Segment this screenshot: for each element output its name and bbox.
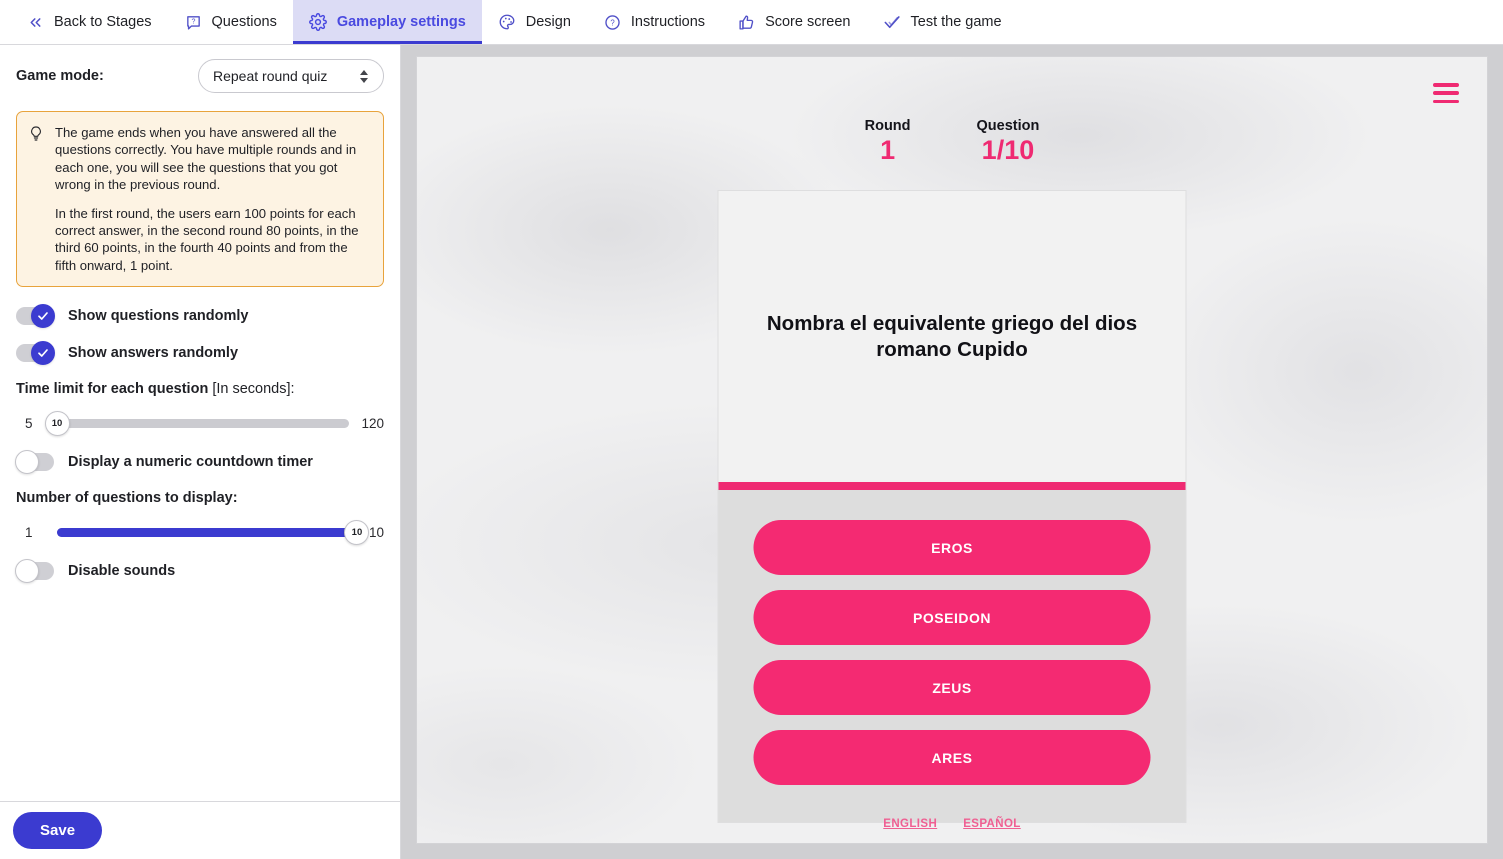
game-mode-select[interactable]: Repeat round quiz bbox=[198, 59, 384, 93]
answer-option-3[interactable]: ZEUS bbox=[753, 660, 1151, 715]
tab-design[interactable]: Design bbox=[482, 0, 587, 44]
svg-text:?: ? bbox=[191, 17, 195, 25]
tab-instructions[interactable]: ? Instructions bbox=[587, 0, 721, 44]
game-mode-row: Game mode: Repeat round quiz bbox=[16, 59, 384, 93]
info-paragraph-1: The game ends when you have answered all… bbox=[55, 125, 357, 193]
question-text-area: Nombra el equivalente griego del dios ro… bbox=[718, 191, 1186, 482]
question-divider bbox=[718, 482, 1186, 490]
question-count-slider-handle[interactable]: 10 bbox=[344, 519, 370, 545]
setting-question-count: Number of questions to display: 1 10 10 bbox=[16, 490, 384, 545]
toggle-label: Show questions randomly bbox=[68, 308, 249, 325]
check-icon bbox=[883, 13, 902, 32]
tab-label: Test the game bbox=[910, 13, 1002, 30]
toggle-knob bbox=[15, 559, 39, 584]
save-bar: Save bbox=[0, 801, 400, 859]
tab-test-the-game[interactable]: Test the game bbox=[867, 0, 1018, 44]
question-card: Nombra el equivalente griego del dios ro… bbox=[717, 190, 1187, 823]
toggle-label: Display a numeric countdown timer bbox=[68, 454, 313, 471]
game-preview-panel: Round 1 Question 1/10 Nombra el equivale… bbox=[401, 45, 1503, 859]
top-navigation-bar: Back to Stages ? Questions Gameplay sett… bbox=[0, 0, 1503, 45]
time-limit-title: Time limit for each question [In seconds… bbox=[16, 381, 384, 397]
gear-icon bbox=[309, 13, 328, 32]
toggle-show-questions-randomly[interactable] bbox=[16, 304, 55, 329]
info-callout-text: The game ends when you have answered all… bbox=[55, 124, 370, 274]
answer-option-2[interactable]: POSEIDON bbox=[753, 590, 1151, 645]
answer-option-4[interactable]: ARES bbox=[753, 730, 1151, 785]
answer-options-list: EROS POSEIDON ZEUS ARES bbox=[718, 490, 1186, 822]
toggle-label: Disable sounds bbox=[68, 563, 176, 580]
settings-panel: Game mode: Repeat round quiz The game en… bbox=[0, 45, 401, 859]
tab-label: Design bbox=[525, 13, 571, 30]
palette-icon bbox=[498, 13, 517, 32]
answer-option-1[interactable]: EROS bbox=[753, 520, 1151, 575]
hamburger-menu-icon[interactable] bbox=[1433, 83, 1459, 103]
toggle-knob bbox=[15, 450, 39, 475]
question-text: Nombra el equivalente griego del dios ro… bbox=[766, 312, 1138, 361]
tab-score-screen[interactable]: Score screen bbox=[721, 0, 866, 44]
time-limit-min: 5 bbox=[25, 415, 33, 431]
time-limit-slider[interactable]: 10 bbox=[44, 410, 350, 436]
round-value: 1 bbox=[880, 135, 896, 166]
thumbs-up-icon bbox=[737, 13, 756, 32]
setting-disable-sounds: Disable sounds bbox=[15, 559, 384, 584]
tab-label: Gameplay settings bbox=[336, 13, 466, 30]
hamburger-line bbox=[1433, 91, 1459, 95]
settings-scroll-area: Game mode: Repeat round quiz The game en… bbox=[0, 45, 400, 801]
question-count-title: Number of questions to display: bbox=[16, 490, 238, 507]
chevron-double-left-icon bbox=[26, 13, 45, 32]
slider-track: 10 bbox=[44, 410, 350, 436]
hamburger-line bbox=[1433, 83, 1459, 87]
question-count-slider-row: 1 10 10 bbox=[16, 519, 384, 545]
setting-show-questions-randomly: Show questions randomly bbox=[16, 304, 384, 329]
game-status-row: Round 1 Question 1/10 bbox=[417, 117, 1487, 165]
hamburger-line bbox=[1433, 99, 1459, 103]
game-mode-value: Repeat round quiz bbox=[213, 68, 328, 84]
chevron-updown-icon bbox=[358, 68, 369, 84]
question-count-max: 10 bbox=[368, 524, 384, 540]
toggle-show-answers-randomly[interactable] bbox=[16, 341, 55, 366]
toggle-disable-sounds[interactable] bbox=[15, 559, 54, 584]
toggle-numeric-countdown[interactable] bbox=[15, 450, 54, 475]
language-link-espanol[interactable]: ESPAÑOL bbox=[963, 818, 1021, 830]
game-mode-label: Game mode: bbox=[16, 68, 104, 84]
game-preview-stage: Round 1 Question 1/10 Nombra el equivale… bbox=[416, 56, 1488, 844]
question-circle-icon: ? bbox=[603, 13, 622, 32]
time-limit-slider-handle[interactable]: 10 bbox=[44, 410, 70, 436]
question-count-slider[interactable]: 10 bbox=[57, 519, 370, 545]
toggle-knob bbox=[31, 304, 55, 329]
lightbulb-icon bbox=[28, 124, 46, 274]
question-value: 1/10 bbox=[981, 135, 1035, 166]
tab-questions[interactable]: ? Questions bbox=[168, 0, 293, 44]
tab-gameplay-settings[interactable]: Gameplay settings bbox=[292, 0, 482, 44]
setting-numeric-countdown: Display a numeric countdown timer bbox=[15, 450, 384, 475]
question-count-min: 1 bbox=[25, 524, 33, 540]
svg-text:?: ? bbox=[610, 18, 615, 27]
save-button[interactable]: Save bbox=[13, 812, 103, 849]
tab-label: Score screen bbox=[765, 13, 851, 30]
round-label: Round bbox=[864, 118, 911, 134]
tab-label: Instructions bbox=[630, 13, 706, 30]
slider-fill bbox=[57, 527, 357, 537]
time-limit-max: 120 bbox=[361, 415, 384, 431]
language-switcher: ENGLISH ESPAÑOL bbox=[417, 818, 1487, 830]
tab-label: Back to Stages bbox=[54, 13, 152, 30]
slider-track: 10 bbox=[57, 519, 370, 545]
time-limit-slider-row: 5 10 120 bbox=[16, 410, 384, 436]
info-paragraph-2: In the first round, the users earn 100 p… bbox=[55, 205, 359, 273]
round-indicator: Round 1 bbox=[865, 117, 911, 165]
tab-label: Questions bbox=[211, 13, 277, 30]
question-indicator: Question 1/10 bbox=[977, 117, 1040, 165]
setting-show-answers-randomly: Show answers randomly bbox=[16, 341, 384, 366]
info-callout: The game ends when you have answered all… bbox=[16, 111, 384, 288]
time-limit-title-suffix: [In seconds]: bbox=[212, 381, 295, 398]
setting-time-limit: Time limit for each question [In seconds… bbox=[16, 381, 384, 436]
question-label: Question bbox=[976, 118, 1040, 134]
language-link-english[interactable]: ENGLISH bbox=[883, 818, 937, 830]
toggle-knob bbox=[31, 341, 55, 366]
question-bubble-icon: ? bbox=[184, 13, 203, 32]
tab-back-to-stages[interactable]: Back to Stages bbox=[10, 0, 168, 44]
time-limit-title-main: Time limit for each question bbox=[16, 381, 209, 398]
toggle-label: Show answers randomly bbox=[68, 345, 239, 362]
